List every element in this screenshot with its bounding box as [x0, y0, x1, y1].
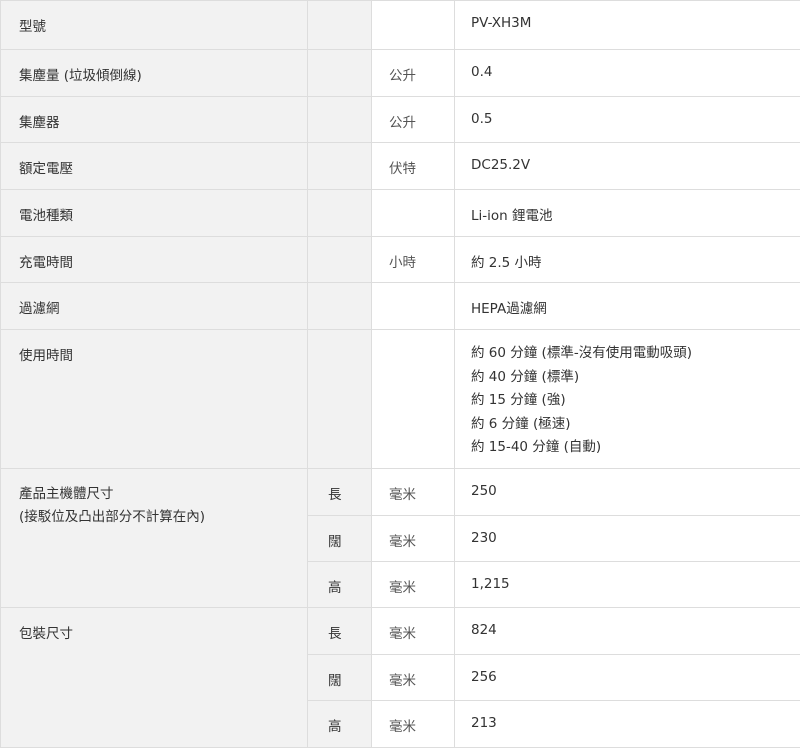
spec-row-model: 型號 PV-XH3M [1, 1, 800, 50]
spec-label: 過濾網 [1, 283, 308, 330]
spec-unit: 毫米 [372, 562, 455, 608]
spec-value: 1,215 [455, 562, 800, 608]
package-size-label: 包裝尺寸 [1, 608, 308, 748]
spec-value: 約 2.5 小時 [455, 237, 800, 283]
spec-unit [372, 1, 455, 50]
spec-value: 213 [455, 701, 800, 748]
usage-line: 約 6 分鐘 (極速) [471, 413, 800, 437]
usage-line: 約 40 分鐘 (標準) [471, 366, 800, 390]
spec-row-battery: 電池種類 Li-ion 鋰電池 [1, 190, 800, 237]
spec-unit: 毫米 [372, 469, 455, 516]
dimension-name: 高 [308, 701, 372, 748]
spec-value: DC25.2V [455, 143, 800, 190]
dimension-name: 闊 [308, 516, 372, 562]
spec-unit [372, 330, 455, 469]
spec-unit: 毫米 [372, 516, 455, 562]
dimension-name: 高 [308, 562, 372, 608]
spec-value: Li-ion 鋰電池 [455, 190, 800, 237]
spec-sub-cell [308, 143, 372, 190]
spec-label: 充電時間 [1, 237, 308, 283]
usage-line: 約 15 分鐘 (強) [471, 389, 800, 413]
spec-label: 型號 [1, 1, 308, 50]
spec-value: PV-XH3M [455, 1, 800, 50]
spec-unit [372, 283, 455, 330]
spec-unit: 伏特 [372, 143, 455, 190]
spec-sub-cell [308, 97, 372, 143]
usage-line: 約 60 分鐘 (標準-沒有使用電動吸頭) [471, 342, 800, 366]
spec-value: HEPA過濾網 [455, 283, 800, 330]
spec-sub-cell [308, 237, 372, 283]
spec-label: 使用時間 [1, 330, 308, 469]
body-size-label-line2: (接駁位及凸出部分不計算在內) [19, 506, 307, 529]
body-size-label-line1: 產品主機體尺寸 [19, 483, 307, 506]
dimension-name: 長 [308, 608, 372, 655]
body-size-label: 產品主機體尺寸 (接駁位及凸出部分不計算在內) [1, 469, 308, 608]
spec-label: 集塵量 (垃圾傾倒線) [1, 50, 308, 97]
spec-sub-cell [308, 283, 372, 330]
spec-sub-cell [308, 330, 372, 469]
spec-sub-cell [308, 50, 372, 97]
dimension-name: 闊 [308, 655, 372, 701]
spec-row-dust-container: 集塵器 公升 0.5 [1, 97, 800, 143]
dimension-name: 長 [308, 469, 372, 516]
spec-row-charge-time: 充電時間 小時 約 2.5 小時 [1, 237, 800, 283]
spec-label: 集塵器 [1, 97, 308, 143]
spec-row-body-length: 產品主機體尺寸 (接駁位及凸出部分不計算在內) 長 毫米 250 [1, 469, 800, 516]
usage-line: 約 15-40 分鐘 (自動) [471, 436, 800, 460]
spec-label: 額定電壓 [1, 143, 308, 190]
spec-unit: 公升 [372, 50, 455, 97]
spec-unit: 毫米 [372, 701, 455, 748]
spec-unit [372, 190, 455, 237]
spec-sub-cell [308, 190, 372, 237]
spec-table: 型號 PV-XH3M 集塵量 (垃圾傾倒線) 公升 0.4 集塵器 公升 0.5… [0, 0, 800, 748]
spec-sub-cell [308, 1, 372, 50]
spec-unit: 毫米 [372, 608, 455, 655]
spec-value: 0.4 [455, 50, 800, 97]
spec-value: 824 [455, 608, 800, 655]
spec-row-filter: 過濾網 HEPA過濾網 [1, 283, 800, 330]
spec-value: 256 [455, 655, 800, 701]
spec-unit: 公升 [372, 97, 455, 143]
spec-row-package-length: 包裝尺寸 長 毫米 824 [1, 608, 800, 655]
spec-label: 電池種類 [1, 190, 308, 237]
spec-value: 0.5 [455, 97, 800, 143]
spec-row-voltage: 額定電壓 伏特 DC25.2V [1, 143, 800, 190]
spec-unit: 小時 [372, 237, 455, 283]
spec-unit: 毫米 [372, 655, 455, 701]
spec-row-usage-time: 使用時間 約 60 分鐘 (標準-沒有使用電動吸頭) 約 40 分鐘 (標準) … [1, 330, 800, 469]
spec-row-dust-capacity: 集塵量 (垃圾傾倒線) 公升 0.4 [1, 50, 800, 97]
spec-value: 250 [455, 469, 800, 516]
usage-values: 約 60 分鐘 (標準-沒有使用電動吸頭) 約 40 分鐘 (標準) 約 15 … [455, 330, 800, 469]
spec-value: 230 [455, 516, 800, 562]
